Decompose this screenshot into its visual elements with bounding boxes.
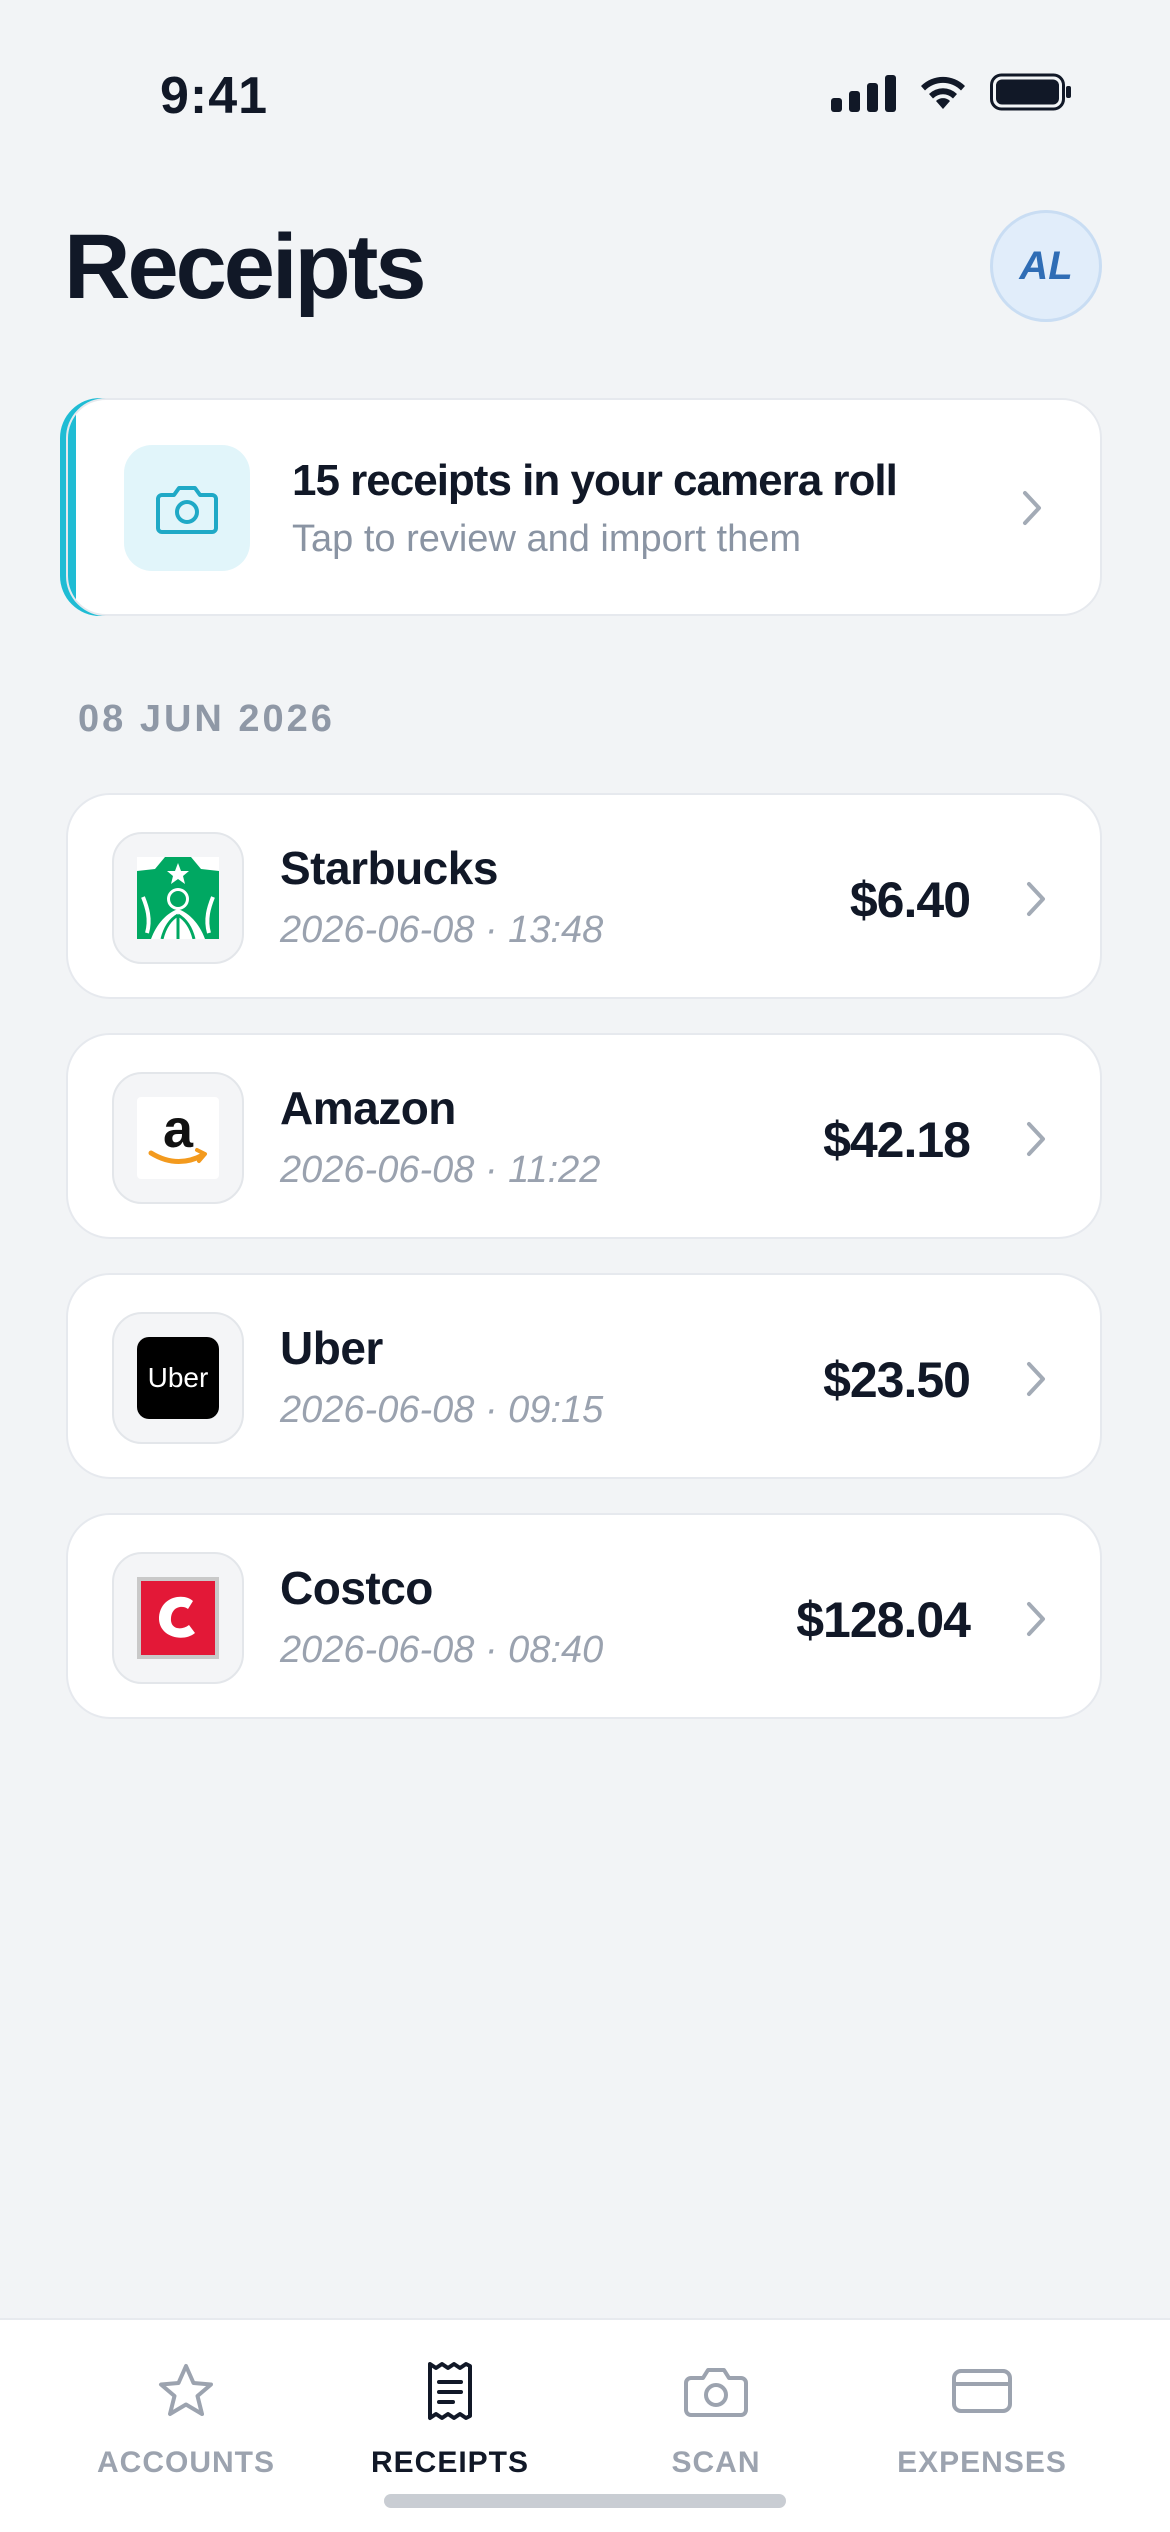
- battery-icon: [990, 72, 1072, 112]
- svg-text:Uber: Uber: [148, 1362, 209, 1393]
- camera-icon: [156, 486, 218, 534]
- merchant-logo: a: [112, 1072, 244, 1204]
- banner-title: 15 receipts in your camera roll: [292, 456, 898, 505]
- star-icon: [156, 2358, 216, 2424]
- receipt-card-starbucks[interactable]: Starbucks 2026-06-08 · 13:48 $6.40: [66, 793, 1102, 999]
- receipt-datetime: 2026-06-08 · 09:15: [280, 1389, 604, 1431]
- merchant-logo: Uber: [112, 1312, 244, 1444]
- receipt-card-uber[interactable]: Uber Uber 2026-06-08 · 09:15 $23.50: [66, 1273, 1102, 1479]
- receipt-amount: $128.04: [796, 1592, 971, 1648]
- receipt-amount: $42.18: [823, 1112, 971, 1168]
- merchant-name: Uber: [280, 1322, 383, 1374]
- cellular-signal-icon: [831, 72, 896, 112]
- banner-icon-container: [124, 445, 250, 571]
- avatar[interactable]: AL: [990, 210, 1102, 322]
- chevron-right-icon: [1024, 1599, 1048, 1644]
- camera-icon: [684, 2358, 748, 2424]
- tab-accounts[interactable]: ACCOUNTS: [56, 2320, 316, 2500]
- tab-scan[interactable]: SCAN: [586, 2320, 846, 2500]
- tab-label: EXPENSES: [897, 2446, 1067, 2479]
- tab-label: RECEIPTS: [370, 2446, 530, 2479]
- receipt-amount: $6.40: [849, 872, 971, 928]
- receipts-screen: 9:41 Receipts AL 15 receipts in your cam…: [0, 0, 1170, 2532]
- merchant-logo: [112, 1552, 244, 1684]
- uber-logo: Uber: [137, 1337, 219, 1419]
- chevron-right-icon: [1024, 1119, 1048, 1164]
- receipt-datetime: 2026-06-08 · 08:40: [280, 1629, 604, 1671]
- receipt-card-costco[interactable]: Costco 2026-06-08 · 08:40 $128.04: [66, 1513, 1102, 1719]
- merchant-name: Costco: [280, 1562, 433, 1614]
- tab-receipts[interactable]: RECEIPTS: [320, 2320, 580, 2500]
- status-bar: 9:41: [0, 0, 1170, 140]
- amazon-logo: a: [137, 1097, 219, 1179]
- merchant-name: Starbucks: [280, 842, 498, 894]
- tab-expenses[interactable]: EXPENSES: [852, 2320, 1112, 2500]
- receipt-amount: $23.50: [823, 1352, 971, 1408]
- chevron-right-icon: [1024, 879, 1048, 924]
- status-time: 9:41: [160, 67, 269, 125]
- card-icon: [951, 2358, 1013, 2424]
- receipt-datetime: 2026-06-08 · 13:48: [280, 909, 604, 951]
- tab-label: SCAN: [671, 2446, 761, 2479]
- receipt-icon: [425, 2358, 475, 2424]
- page-title: Receipts: [64, 216, 426, 318]
- receipt-datetime: 2026-06-08 · 11:22: [280, 1149, 601, 1191]
- receipt-card-amazon[interactable]: a Amazon 2026-06-08 · 11:22 $42.18: [66, 1033, 1102, 1239]
- costco-logo: [137, 1577, 219, 1659]
- merchant-logo: [112, 832, 244, 964]
- wifi-icon: [918, 73, 968, 111]
- starbucks-logo: [137, 857, 219, 939]
- status-icons: [831, 72, 1072, 112]
- banner-accent-bar: [68, 400, 76, 614]
- tab-label: ACCOUNTS: [97, 2446, 275, 2479]
- section-date-header: 08 JUN 2026: [78, 698, 335, 740]
- banner-subtitle: Tap to review and import them: [292, 518, 802, 560]
- svg-text:a: a: [163, 1099, 194, 1159]
- camera-roll-banner[interactable]: 15 receipts in your camera roll Tap to r…: [66, 398, 1102, 616]
- home-indicator[interactable]: [384, 2494, 786, 2508]
- merchant-name: Amazon: [280, 1082, 456, 1134]
- chevron-right-icon: [1024, 1359, 1048, 1404]
- chevron-right-icon: [1020, 488, 1044, 533]
